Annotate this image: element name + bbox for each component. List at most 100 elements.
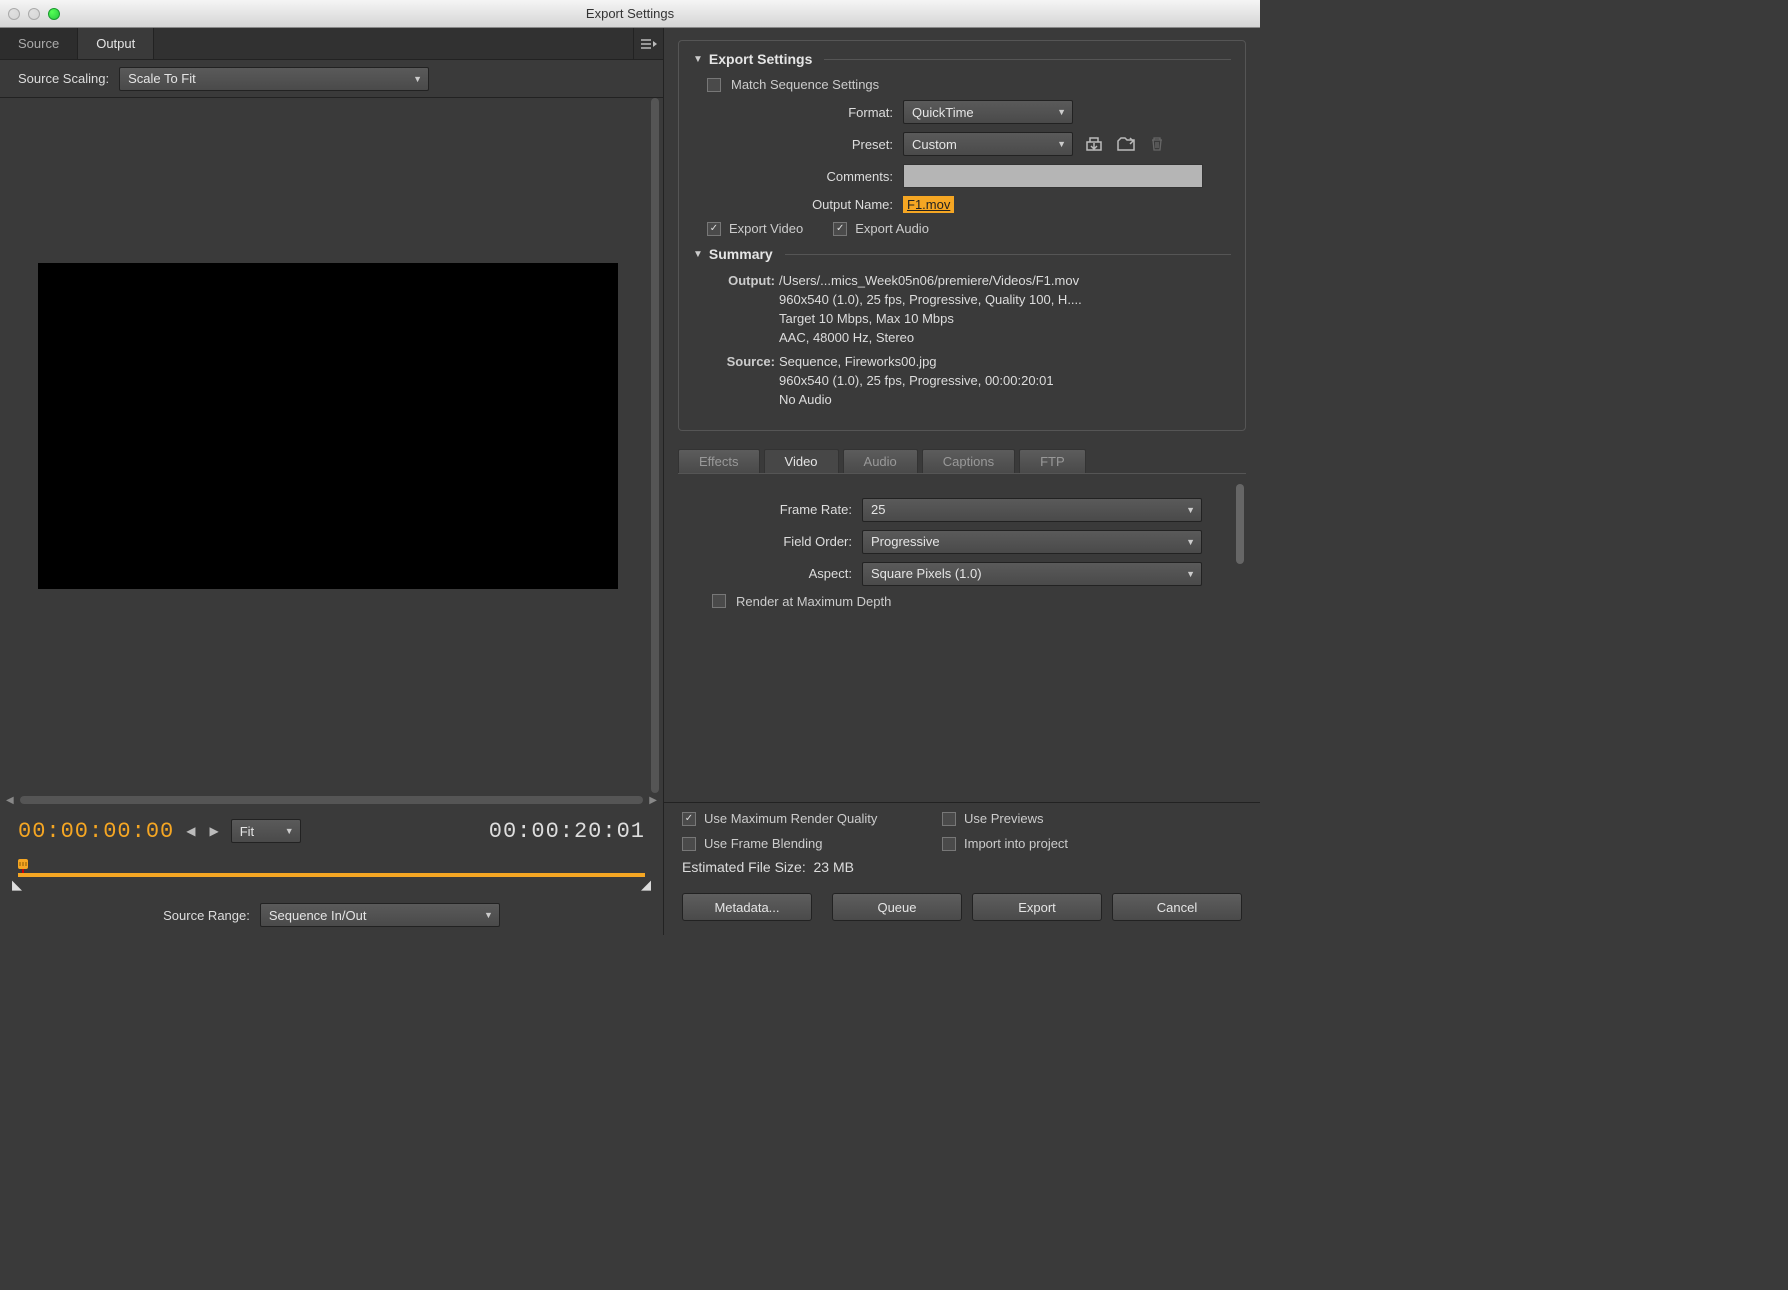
summary-source-value: Sequence, Fireworks00.jpg 960x540 (1.0),… [779,353,1231,410]
settings-panel: ▼ Export Settings Match Sequence Setting… [664,28,1260,935]
match-sequence-label: Match Sequence Settings [731,77,879,92]
format-select[interactable]: QuickTime ▼ [903,100,1073,124]
use-frame-blending-label: Use Frame Blending [704,836,823,851]
use-max-quality-label: Use Maximum Render Quality [704,811,877,826]
chevron-down-icon: ▼ [1057,139,1066,149]
summary-source-label: Source: [719,353,779,410]
playhead-icon[interactable] [16,859,30,873]
import-into-project-label: Import into project [964,836,1068,851]
bottom-options: Use Maximum Render Quality Use Previews … [664,802,1260,883]
source-range-row: Source Range: Sequence In/Out ▼ [0,895,663,935]
field-order-select[interactable]: Progressive ▼ [862,530,1202,554]
chevron-down-icon: ▼ [1057,107,1066,117]
summary-output-value: /Users/...mics_Week05n06/premiere/Videos… [779,272,1231,347]
match-sequence-checkbox[interactable] [707,78,721,92]
summary-title: Summary [709,246,773,262]
prev-frame-icon[interactable]: ◀ [184,824,197,838]
source-range-label: Source Range: [163,908,250,923]
chevron-down-icon: ▼ [285,826,294,836]
aspect-select[interactable]: Square Pixels (1.0) ▼ [862,562,1202,586]
window-title: Export Settings [0,6,1260,21]
source-scaling-value: Scale To Fit [128,71,196,86]
video-preview[interactable] [38,263,618,589]
window-controls [8,8,60,20]
titlebar: Export Settings [0,0,1260,28]
timeline-track[interactable] [18,873,645,877]
chevron-down-icon: ▼ [1186,569,1195,579]
format-label: Format: [693,105,893,120]
tab-video[interactable]: Video [764,449,839,473]
import-preset-icon[interactable] [1115,134,1137,154]
summary-output-label: Output: [719,272,779,347]
chevron-down-icon: ▼ [413,74,422,84]
estimated-file-size: Estimated File Size: 23 MB [682,859,1242,875]
preview-scrollbar-vertical[interactable] [649,98,661,793]
comments-label: Comments: [693,169,893,184]
cancel-button[interactable]: Cancel [1112,893,1242,921]
preset-select[interactable]: Custom ▼ [903,132,1073,156]
comments-input[interactable] [903,164,1203,188]
timeline[interactable]: ◣ ◢ [0,855,663,895]
tab-audio[interactable]: Audio [843,449,918,473]
duration-timecode: 00:00:20:01 [489,819,645,844]
preview-scrollbar-horizontal[interactable]: ◀ ▶ [0,793,663,807]
time-row: 00:00:00:00 ◀ ▶ Fit ▼ 00:00:20:01 [0,807,663,855]
output-name-link[interactable]: F1.mov [903,196,954,213]
queue-button[interactable]: Queue [832,893,962,921]
tab-output[interactable]: Output [78,28,154,59]
zoom-value: Fit [240,824,254,839]
summary-body: Output: /Users/...mics_Week05n06/premier… [719,272,1231,410]
export-audio-label: Export Audio [855,221,929,236]
scroll-right-icon[interactable]: ▶ [647,795,659,806]
chevron-down-icon: ▼ [484,910,493,920]
tab-ftp[interactable]: FTP [1019,449,1086,473]
tab-captions[interactable]: Captions [922,449,1015,473]
save-preset-icon[interactable] [1083,134,1105,154]
aspect-label: Aspect: [692,566,852,581]
use-previews-checkbox[interactable] [942,812,956,826]
minimize-button[interactable] [28,8,40,20]
video-settings-body: Frame Rate: 25 ▼ Field Order: Progressiv… [678,473,1246,802]
use-frame-blending-checkbox[interactable] [682,837,696,851]
export-video-checkbox[interactable] [707,222,721,236]
import-into-project-checkbox[interactable] [942,837,956,851]
source-scaling-select[interactable]: Scale To Fit ▼ [119,67,429,91]
preset-label: Preset: [693,137,893,152]
format-value: QuickTime [912,105,974,120]
zoom-button[interactable] [48,8,60,20]
render-max-depth-checkbox[interactable] [712,594,726,608]
export-button[interactable]: Export [972,893,1102,921]
parameter-tabs: Effects Video Audio Captions FTP [678,449,1246,473]
delete-preset-icon [1147,134,1167,154]
next-frame-icon[interactable]: ▶ [207,824,220,838]
disclosure-triangle-icon[interactable]: ▼ [693,249,703,260]
preset-value: Custom [912,137,957,152]
metadata-button[interactable]: Metadata... [682,893,812,921]
tab-source[interactable]: Source [0,28,78,59]
close-button[interactable] [8,8,20,20]
frame-rate-select[interactable]: 25 ▼ [862,498,1202,522]
aspect-value: Square Pixels (1.0) [871,566,982,581]
field-order-value: Progressive [871,534,940,549]
tab-effects[interactable]: Effects [678,449,760,473]
source-range-select[interactable]: Sequence In/Out ▼ [260,903,500,927]
field-order-label: Field Order: [692,534,852,549]
out-marker-icon[interactable]: ◢ [641,877,651,893]
video-settings-scrollbar[interactable] [1234,484,1246,802]
frame-rate-value: 25 [871,502,885,517]
in-marker-icon[interactable]: ◣ [12,877,22,893]
current-timecode[interactable]: 00:00:00:00 [18,819,174,844]
scaling-label: Source Scaling: [18,71,109,86]
chevron-down-icon: ▼ [1186,505,1195,515]
panel-menu-icon[interactable] [633,28,663,59]
zoom-select[interactable]: Fit ▼ [231,819,301,843]
disclosure-triangle-icon[interactable]: ▼ [693,54,703,65]
output-name-label: Output Name: [693,197,893,212]
use-max-quality-checkbox[interactable] [682,812,696,826]
scaling-row: Source Scaling: Scale To Fit ▼ [0,60,663,98]
buttons-row: Metadata... Queue Export Cancel [664,883,1260,935]
preview-tabs: Source Output [0,28,663,60]
scroll-left-icon[interactable]: ◀ [4,795,16,806]
preview-area [0,98,663,793]
export-audio-checkbox[interactable] [833,222,847,236]
